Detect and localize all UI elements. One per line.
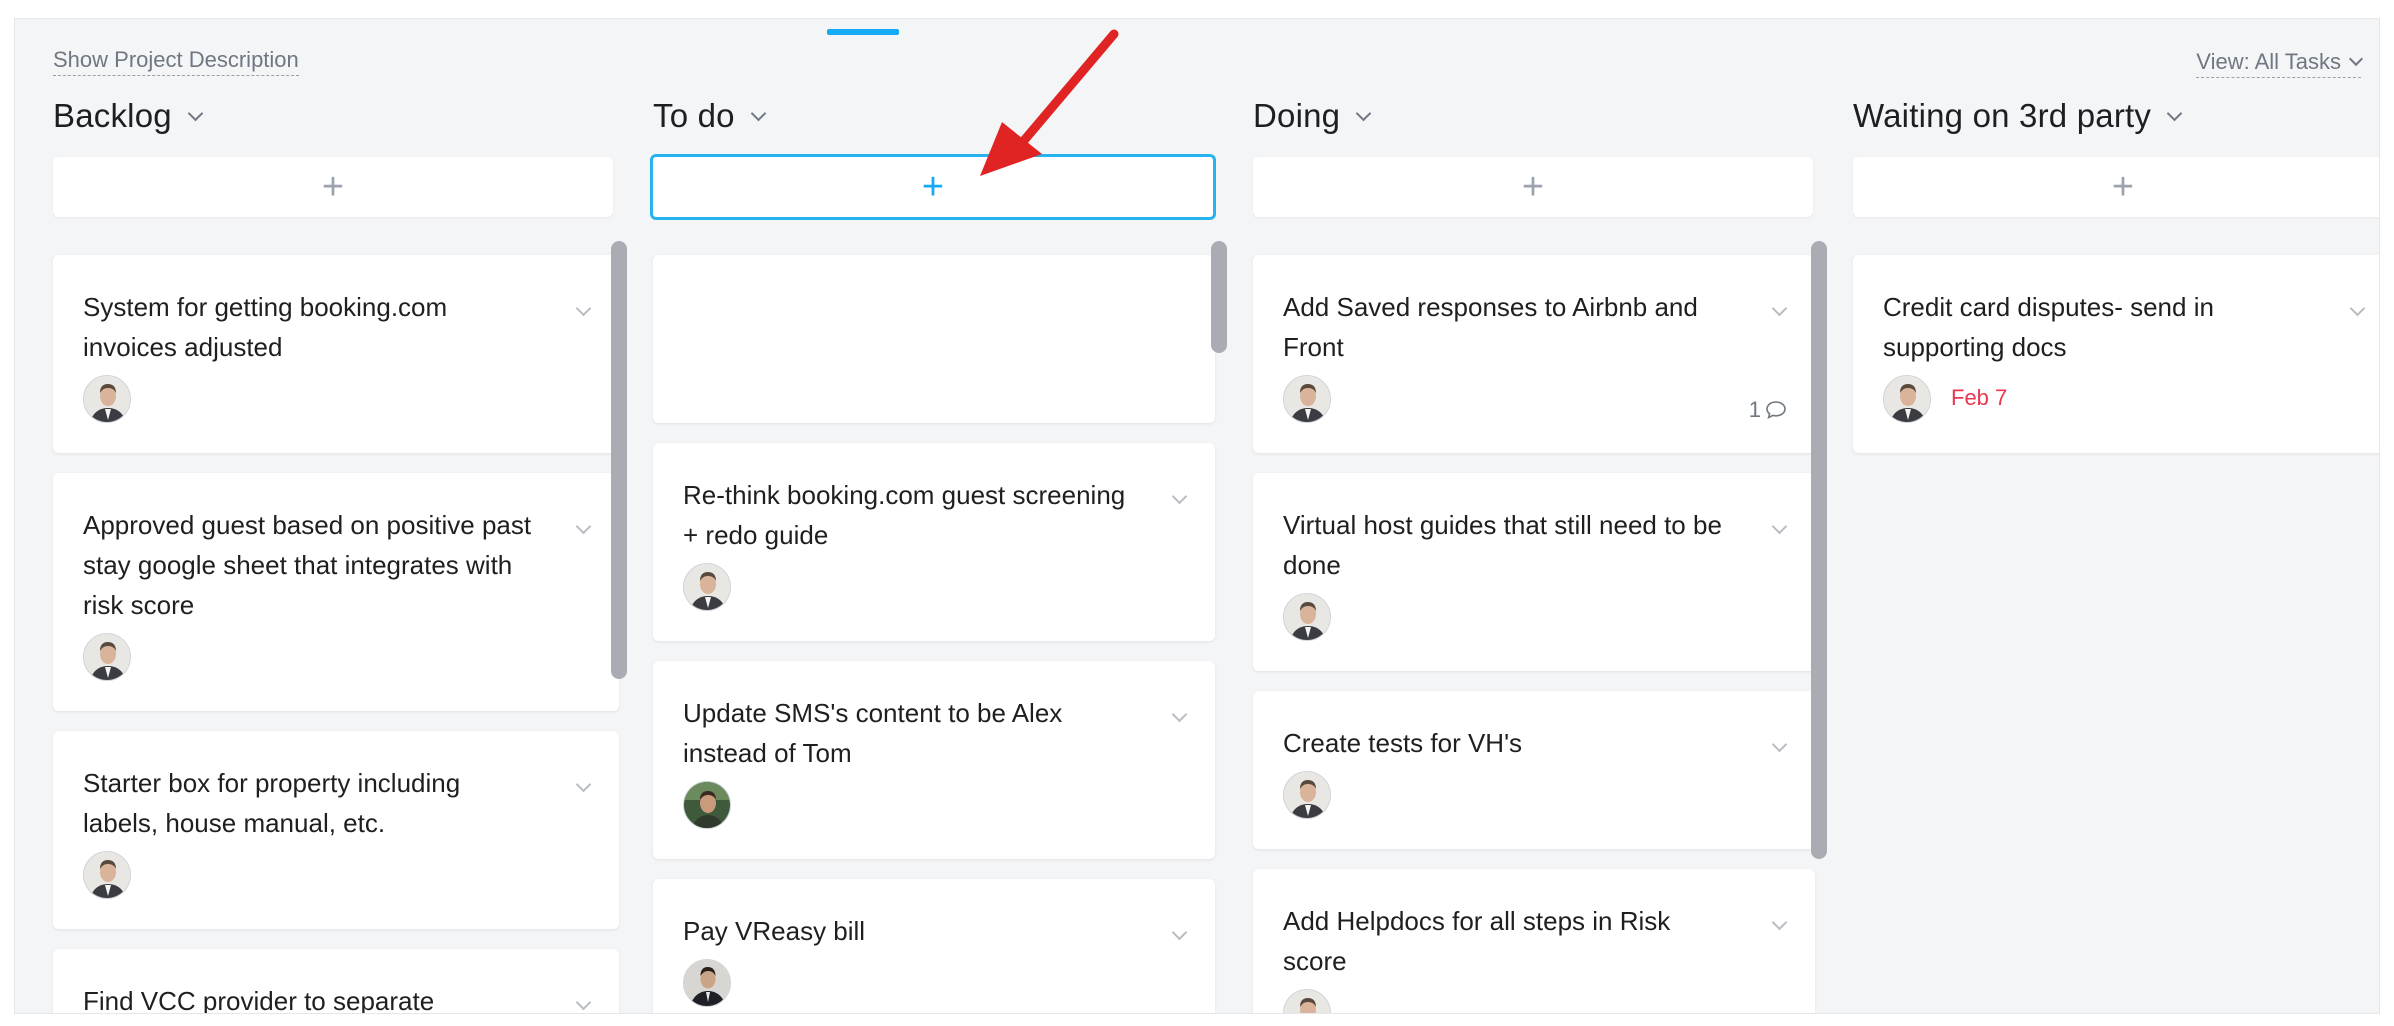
annotation-arrow-icon [980, 29, 1119, 176]
